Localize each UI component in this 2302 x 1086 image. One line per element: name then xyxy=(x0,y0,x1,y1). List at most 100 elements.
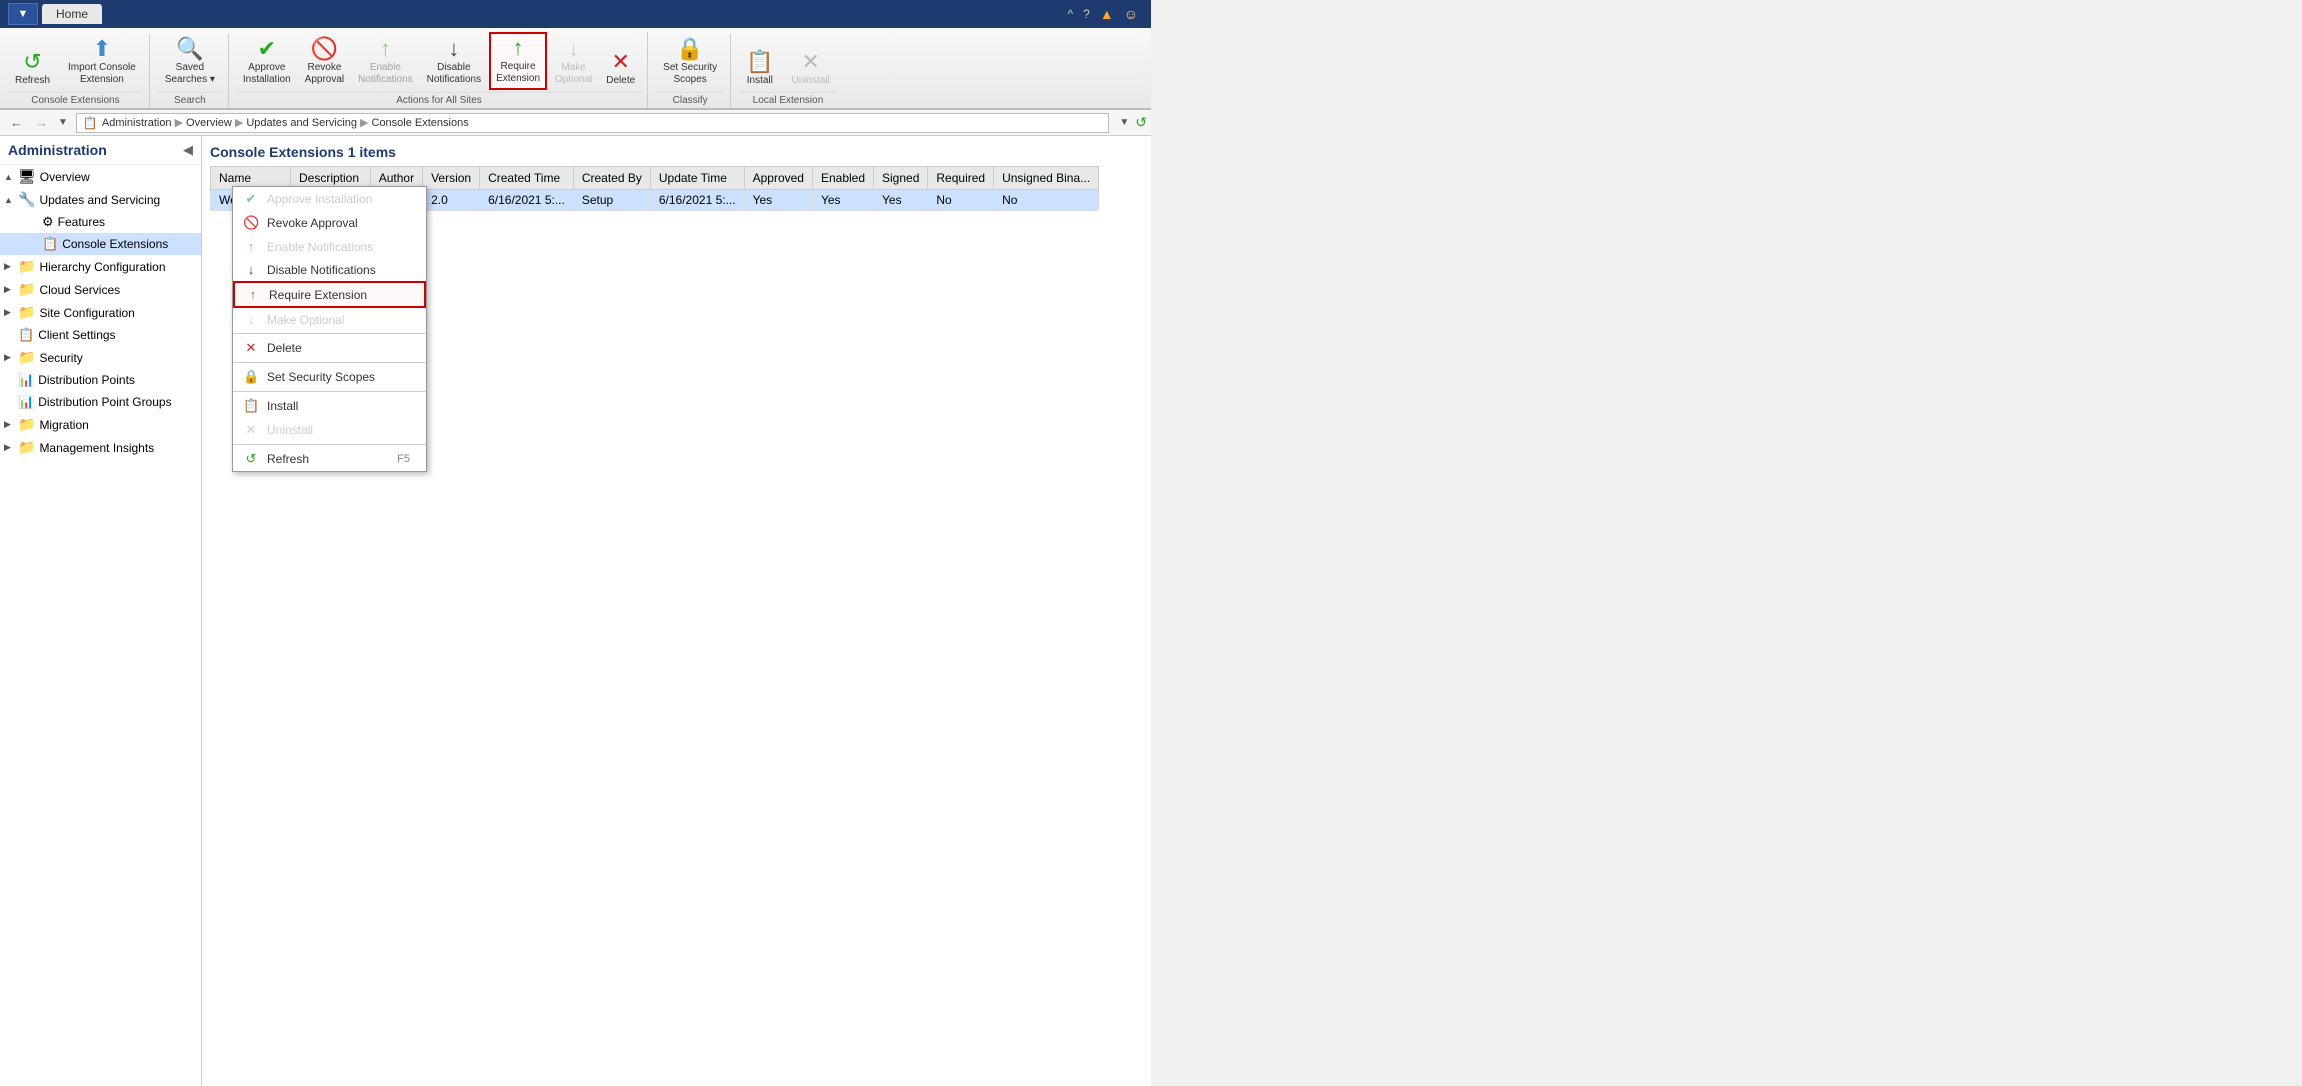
help-icon[interactable]: ? xyxy=(1078,7,1095,21)
sidebar-item-hierarchy[interactable]: ▶ 📁 Hierarchy Configuration xyxy=(0,255,201,278)
site-config-expand-icon: ▶ xyxy=(4,307,18,318)
ctx-security-item[interactable]: 🔒 Set Security Scopes xyxy=(233,365,426,389)
sidebar-item-cloud[interactable]: ▶ 📁 Cloud Services xyxy=(0,278,201,301)
nav-bar: ← → ▼ 📋 Administration ▶ Overview ▶ Upda… xyxy=(0,110,1151,136)
make-optional-button[interactable]: ↓ MakeOptional xyxy=(549,34,598,90)
user-icon[interactable]: ☺ xyxy=(1119,6,1143,22)
ctx-security-label: Set Security Scopes xyxy=(267,370,375,384)
breadcrumb-item3[interactable]: Updates and Servicing xyxy=(246,117,357,129)
sidebar-item-migration[interactable]: ▶ 📁 Migration xyxy=(0,413,201,436)
sidebar-item-updates[interactable]: ▲ 🔧 Updates and Servicing xyxy=(0,188,201,211)
mgmt-insights-item-icon: 📁 xyxy=(18,439,35,456)
uninstall-button[interactable]: ✕ Uninstall xyxy=(785,47,837,90)
ctx-enable-notif-item[interactable]: ↑ Enable Notifications xyxy=(233,235,426,258)
saved-searches-icon: 🔍 xyxy=(176,38,203,60)
refresh-button[interactable]: ↺ Refresh xyxy=(8,47,57,90)
sidebar-item-site-config[interactable]: ▶ 📁 Site Configuration xyxy=(0,301,201,324)
ctx-revoke-label: Revoke Approval xyxy=(267,216,358,230)
ctx-disable-notif-item[interactable]: ↓ Disable Notifications xyxy=(233,258,426,281)
home-tab[interactable]: Home xyxy=(42,4,102,24)
ctx-delete-icon: ✕ xyxy=(243,340,259,356)
security-label: Security xyxy=(39,351,82,365)
saved-searches-button[interactable]: 🔍 SavedSearches ▾ xyxy=(158,34,222,90)
ctx-install-icon: 📋 xyxy=(243,398,259,414)
col-version[interactable]: Version xyxy=(423,167,480,190)
revoke-approval-button[interactable]: 🚫 RevokeApproval xyxy=(299,34,350,90)
ctx-refresh-label: Refresh xyxy=(267,452,309,466)
mgmt-insights-expand-icon: ▶ xyxy=(4,442,18,453)
col-unsigned-binary[interactable]: Unsigned Bina... xyxy=(994,167,1099,190)
col-required[interactable]: Required xyxy=(928,167,994,190)
ctx-refresh-item[interactable]: ↺ Refresh F5 xyxy=(233,447,426,471)
ctx-make-optional-item[interactable]: ↓ Make Optional xyxy=(233,308,426,331)
dist-groups-label: Distribution Point Groups xyxy=(38,395,171,409)
sidebar-item-client-settings[interactable]: 📋 Client Settings xyxy=(0,324,201,346)
ctx-approve-label: Approve Installation xyxy=(267,192,372,206)
ctx-delete-item[interactable]: ✕ Delete xyxy=(233,336,426,360)
delete-icon: ✕ xyxy=(612,51,630,73)
console-ext-item-icon: 📋 xyxy=(42,236,58,252)
install-button[interactable]: 📋 Install xyxy=(739,47,780,90)
sidebar: Administration ◀ ▲ 🖥 Overview ▲ 🔧 Update… xyxy=(0,136,202,1086)
minimize-icon[interactable]: ^ xyxy=(1063,7,1079,21)
content-title: Console Extensions 1 items xyxy=(210,144,1143,160)
sidebar-item-features[interactable]: ⚙ Features xyxy=(0,211,201,233)
sidebar-item-management-insights[interactable]: ▶ 📁 Management Insights xyxy=(0,436,201,459)
sidebar-item-overview[interactable]: ▲ 🖥 Overview xyxy=(0,165,201,188)
ctx-uninstall-item[interactable]: ✕ Uninstall xyxy=(233,418,426,442)
sidebar-item-dist-points[interactable]: 📊 Distribution Points xyxy=(0,369,201,391)
ctx-separator-2 xyxy=(233,362,426,363)
col-created-by[interactable]: Created By xyxy=(573,167,650,190)
approve-installation-button[interactable]: ✔ ApproveInstallation xyxy=(237,34,297,90)
app-logo-btn[interactable]: ▼ xyxy=(8,3,38,25)
hierarchy-expand-icon: ▶ xyxy=(4,261,18,272)
ctx-separator-4 xyxy=(233,444,426,445)
refresh-label: Refresh xyxy=(15,75,50,86)
ctx-revoke-item[interactable]: 🚫 Revoke Approval xyxy=(233,211,426,235)
breadcrumb-item[interactable]: Administration xyxy=(102,117,172,129)
ctx-approve-item[interactable]: ✔ Approve Installation xyxy=(233,187,426,211)
delete-button[interactable]: ✕ Delete xyxy=(600,47,641,90)
mgmt-insights-label: Management Insights xyxy=(39,441,154,455)
sidebar-item-dist-point-groups[interactable]: 📊 Distribution Point Groups xyxy=(0,391,201,413)
updates-label: Updates and Servicing xyxy=(39,193,160,207)
require-ext-label: RequireExtension xyxy=(496,61,540,85)
nav-refresh[interactable]: ↺ xyxy=(1135,114,1147,131)
breadcrumb-dropdown[interactable]: ▼ xyxy=(1113,115,1135,130)
breadcrumb-sep2: ▶ xyxy=(235,116,243,129)
ctx-enable-notif-label: Enable Notifications xyxy=(267,240,373,254)
ctx-require-item[interactable]: ↑ Require Extension xyxy=(233,281,426,308)
notify-icon[interactable]: ▲ xyxy=(1095,6,1119,22)
breadcrumb-item2[interactable]: Overview xyxy=(186,117,232,129)
ctx-uninstall-label: Uninstall xyxy=(267,423,313,437)
revoke-icon: 🚫 xyxy=(311,38,338,60)
ctx-require-label: Require Extension xyxy=(269,288,367,302)
nav-dropdown-button[interactable]: ▼ xyxy=(54,115,72,130)
cell-enabled: Yes xyxy=(812,190,873,211)
set-security-scopes-button[interactable]: 🔒 Set SecurityScopes xyxy=(656,34,724,90)
forward-button[interactable]: → xyxy=(29,113,54,132)
sidebar-item-security[interactable]: ▶ 📁 Security xyxy=(0,346,201,369)
cell-unsigned: No xyxy=(994,190,1099,211)
sidebar-collapse-icon[interactable]: ◀ xyxy=(183,142,193,158)
cell-version: 2.0 xyxy=(423,190,480,211)
col-enabled[interactable]: Enabled xyxy=(812,167,873,190)
migration-expand-icon: ▶ xyxy=(4,419,18,430)
ctx-refresh-shortcut: F5 xyxy=(397,453,410,465)
enable-notifications-button[interactable]: ↑ EnableNotifications xyxy=(352,34,418,90)
require-extension-button[interactable]: ↑ RequireExtension xyxy=(489,32,547,90)
col-signed[interactable]: Signed xyxy=(874,167,928,190)
back-button[interactable]: ← xyxy=(4,113,29,132)
col-update-time[interactable]: Update Time xyxy=(650,167,744,190)
ctx-install-item[interactable]: 📋 Install xyxy=(233,394,426,418)
import-console-button[interactable]: ⬆ Import ConsoleExtension xyxy=(61,34,143,90)
breadcrumb-item4[interactable]: Console Extensions xyxy=(372,117,469,129)
col-approved[interactable]: Approved xyxy=(744,167,812,190)
main-layout: Administration ◀ ▲ 🖥 Overview ▲ 🔧 Update… xyxy=(0,136,1151,1086)
col-created-time[interactable]: Created Time xyxy=(480,167,574,190)
ctx-disable-notif-label: Disable Notifications xyxy=(267,263,376,277)
ctx-install-label: Install xyxy=(267,399,298,413)
disable-notifications-button[interactable]: ↓ DisableNotifications xyxy=(421,34,487,90)
sidebar-item-console-ext[interactable]: 📋 Console Extensions xyxy=(0,233,201,255)
dist-points-label: Distribution Points xyxy=(38,373,135,387)
